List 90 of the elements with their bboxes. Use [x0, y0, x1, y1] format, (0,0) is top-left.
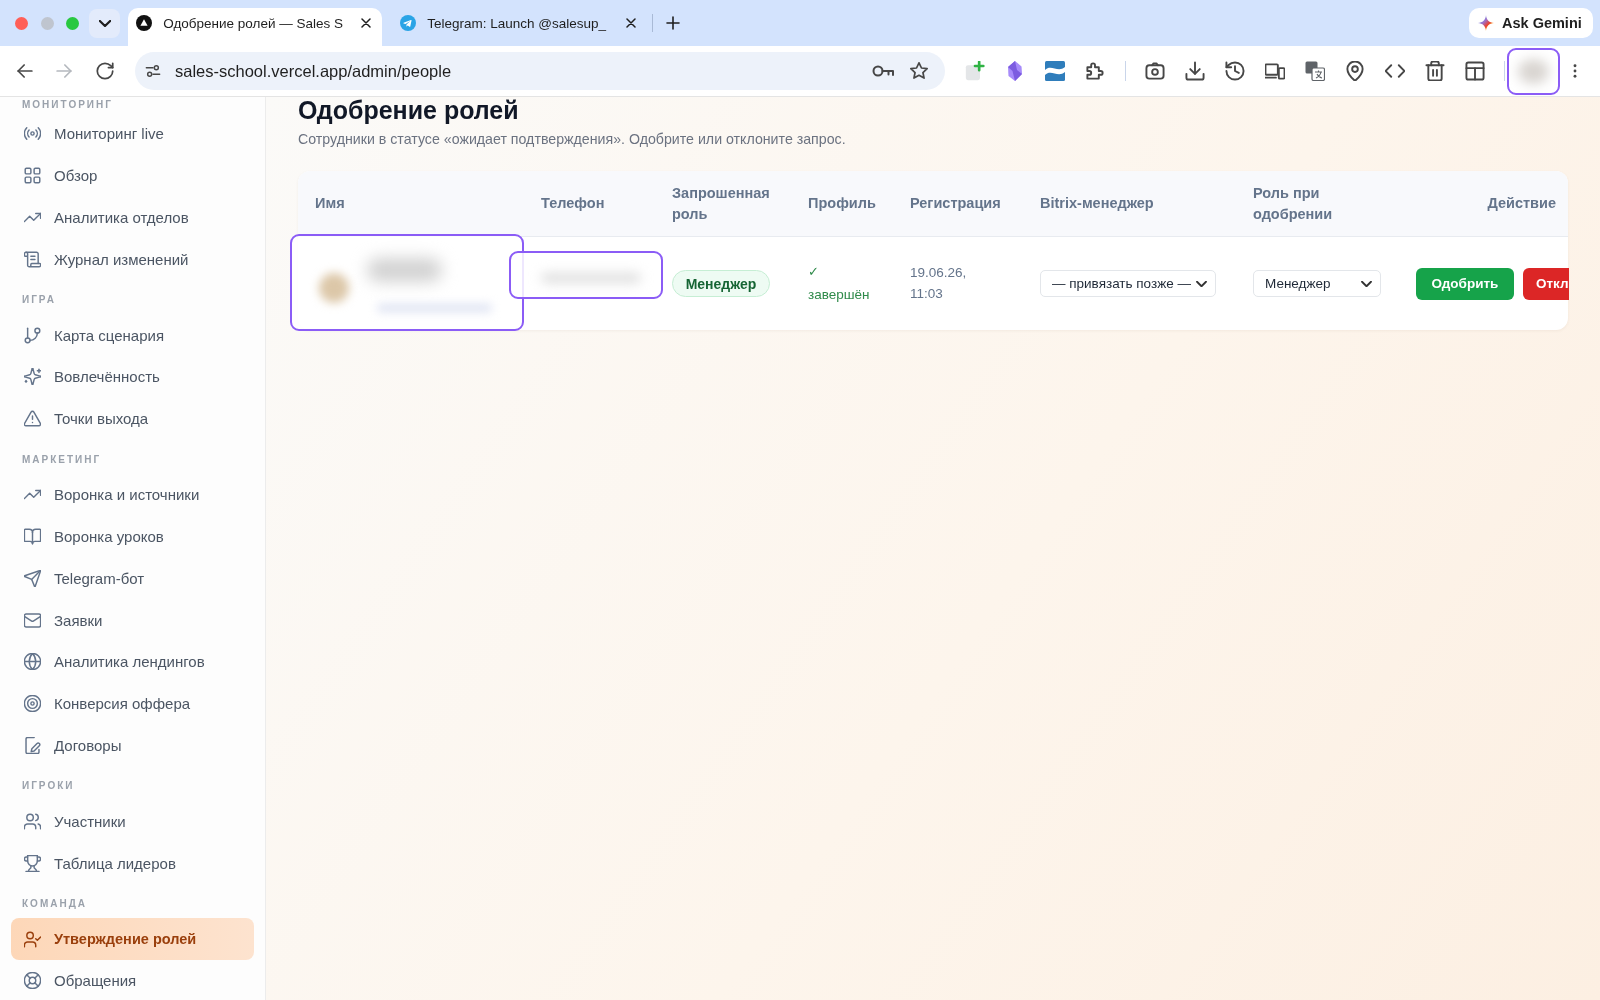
- new-tab-icon[interactable]: [665, 16, 680, 30]
- column-header: Роль при одобрении: [1253, 183, 1334, 224]
- camera-icon[interactable]: [1145, 61, 1165, 81]
- bitrix-manager-select[interactable]: — привязать позже —: [1040, 270, 1216, 297]
- sidebar-item[interactable]: Обзор: [11, 154, 254, 197]
- browser-tab[interactable]: Одобрение ролей — Sales S: [127, 8, 383, 46]
- key-icon[interactable]: [872, 65, 894, 77]
- user-check-icon: [24, 930, 41, 948]
- column-header: Имя: [315, 194, 345, 213]
- profile-button[interactable]: [1507, 47, 1560, 95]
- square-logo-icon[interactable]: [1045, 61, 1065, 81]
- grid-icon: [24, 167, 41, 184]
- sparkle-icon: [24, 368, 41, 386]
- sidebar-item[interactable]: Утверждение ролей: [11, 918, 254, 961]
- history-icon[interactable]: [1225, 61, 1245, 81]
- sidebar-item[interactable]: Таблица лидеров: [11, 842, 254, 885]
- lifebuoy-icon: [24, 972, 41, 990]
- sidebar-item[interactable]: Воронка уроков: [11, 515, 254, 558]
- paper-plane-icon: [24, 569, 41, 587]
- tab-list-button[interactable]: [89, 8, 121, 38]
- star-icon[interactable]: [910, 62, 928, 80]
- mail-icon: [24, 611, 41, 629]
- devices-icon[interactable]: [1265, 61, 1285, 81]
- sidebar-item[interactable]: Воронка и источники: [11, 473, 254, 516]
- sidebar-item[interactable]: Мониторинг live: [11, 112, 254, 155]
- branch-icon: [24, 326, 41, 344]
- section-heading: КОМАНДА: [21, 897, 88, 912]
- sidebar-item[interactable]: Договоры: [11, 724, 254, 767]
- role-tag: Менеджер: [672, 270, 770, 297]
- close-icon[interactable]: [625, 18, 636, 28]
- reject-button[interactable]: Откл: [1523, 267, 1569, 300]
- chevron-down-icon: [98, 19, 111, 27]
- registration-date: 19.06.26, 11:03: [910, 264, 968, 303]
- book-icon: [24, 527, 41, 545]
- more-icon[interactable]: [1572, 63, 1577, 79]
- sidebar-item[interactable]: Участники: [11, 800, 254, 843]
- column-header: Профиль: [808, 194, 876, 213]
- download-icon[interactable]: [1185, 61, 1205, 81]
- browser-tab[interactable]: Telegram: Launch @salesup_: [382, 8, 647, 46]
- section-heading: ИГРА: [21, 293, 57, 307]
- sidebar-item[interactable]: Telegram-бот: [11, 557, 254, 600]
- check-icon: ✓: [808, 261, 819, 284]
- sidebar-item[interactable]: Карта сценария: [11, 314, 254, 356]
- sidebar-item[interactable]: Точки выхода: [11, 397, 254, 440]
- code-icon[interactable]: [1385, 61, 1405, 81]
- location-pin-icon[interactable]: [1345, 61, 1365, 81]
- sidebar-item[interactable]: Заявки: [11, 599, 254, 641]
- approval-role-select[interactable]: Менеджер: [1253, 270, 1381, 297]
- column-header: Телефон: [541, 194, 605, 213]
- column-header: Регистрация: [910, 194, 1001, 213]
- close-icon[interactable]: [361, 18, 372, 28]
- chevron-down-icon: [1196, 280, 1207, 287]
- back-icon[interactable]: [16, 62, 34, 80]
- triangle-logo-icon: [136, 15, 153, 31]
- reload-icon[interactable]: [96, 62, 114, 80]
- target-icon: [24, 695, 41, 713]
- trash-icon[interactable]: [1425, 61, 1445, 81]
- document-pen-icon: [24, 736, 41, 754]
- section-heading: МОНИТОРИНГ: [21, 98, 114, 112]
- column-header: Запрошенная роль: [672, 183, 771, 224]
- page-subtitle: Сотрудники в статусе «ожидает подтверждения». Одобрите или отклоните запрос.: [298, 130, 847, 148]
- profile-status: завершён: [808, 285, 870, 304]
- sidebar-item[interactable]: Обращения: [11, 960, 254, 1000]
- crystal-icon[interactable]: [1007, 61, 1023, 81]
- column-header: Действие: [1487, 194, 1556, 213]
- sidebar-item[interactable]: Конверсия оффера: [11, 682, 254, 725]
- globe-icon: [24, 653, 41, 671]
- address-bar[interactable]: sales-school.vercel.app/admin/people: [135, 52, 945, 90]
- sidebar-item[interactable]: Аналитика лендингов: [11, 640, 254, 683]
- chevron-down-icon: [1361, 280, 1372, 287]
- scroll-icon: [24, 250, 41, 268]
- layout-icon[interactable]: [1465, 61, 1485, 81]
- section-heading: МАРКЕТИНГ: [21, 452, 103, 467]
- ask-gemini-button[interactable]: Ask Gemini: [1469, 8, 1593, 38]
- sidebar-item[interactable]: Аналитика отделов: [11, 196, 254, 239]
- column-header: Bitrix-менеджер: [1040, 194, 1154, 213]
- translate-icon[interactable]: [1305, 61, 1325, 81]
- warning-icon: [24, 410, 41, 428]
- sparkle-icon: [1478, 15, 1494, 31]
- sliders-icon[interactable]: [145, 63, 161, 79]
- section-heading: ИГРОКИ: [21, 779, 76, 794]
- trophy-icon: [24, 854, 41, 872]
- sidebar-item[interactable]: Вовлечённость: [11, 355, 254, 398]
- paper-plane-logo-icon: [400, 15, 417, 31]
- users-icon: [24, 812, 41, 830]
- document-plus-icon[interactable]: [965, 61, 985, 81]
- puzzle-icon[interactable]: [1085, 61, 1105, 81]
- broadcast-icon: [24, 125, 41, 143]
- page-title: Одобрение ролей: [298, 97, 520, 123]
- sidebar-item[interactable]: Журнал изменений: [11, 238, 254, 280]
